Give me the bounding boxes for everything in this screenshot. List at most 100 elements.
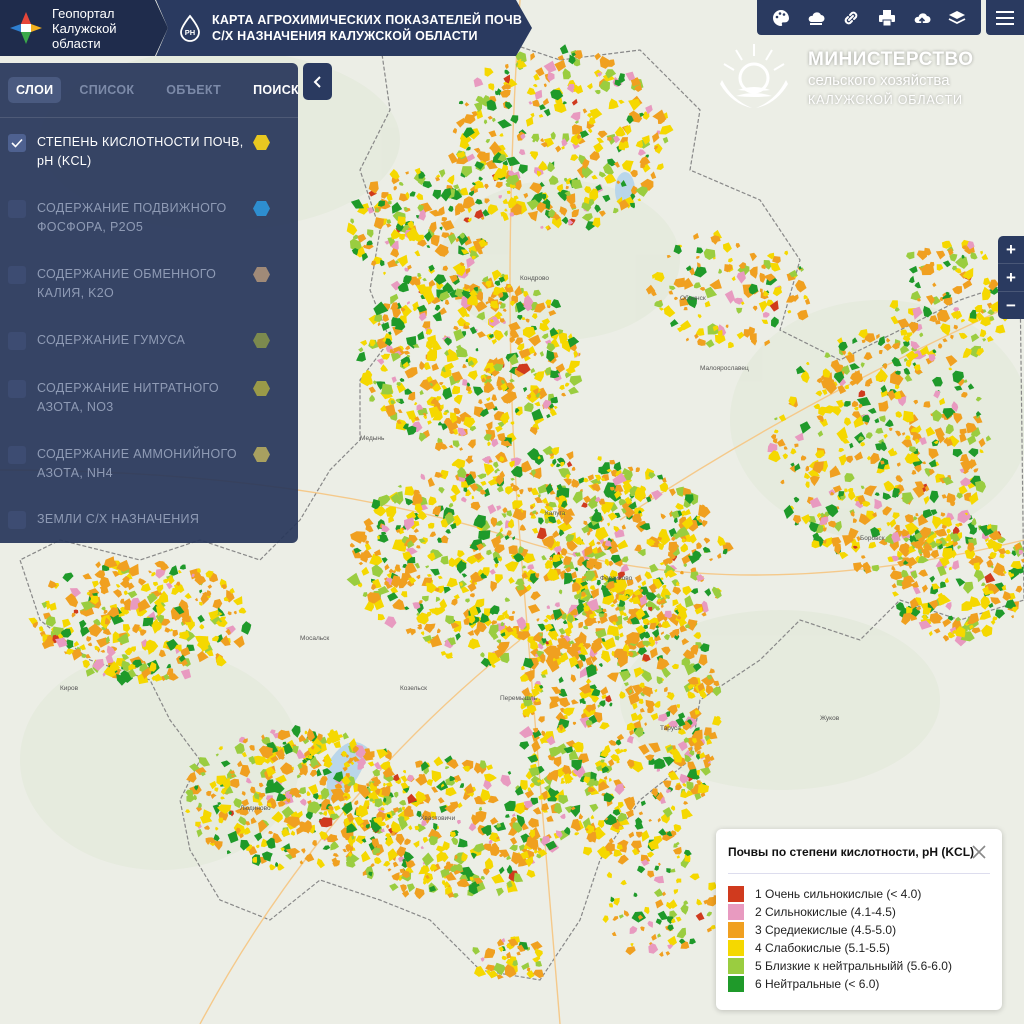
ministry-title: МИНИСТЕРСТВО bbox=[808, 49, 974, 70]
ministry-subtitle: сельского хозяйства bbox=[808, 72, 950, 89]
print-button[interactable] bbox=[873, 4, 901, 32]
menu-button[interactable] bbox=[986, 0, 1024, 35]
svg-text:Таруса: Таруса bbox=[660, 725, 681, 732]
layer-checkbox[interactable] bbox=[8, 200, 26, 218]
legend-item: 6 Нейтральные (< 6.0) bbox=[728, 976, 879, 992]
field-patch[interactable] bbox=[508, 545, 518, 555]
svg-text:Перемышль: Перемышль bbox=[500, 695, 538, 702]
map-title: КАРТА АГРОХИМИЧЕСКИХ ПОКАЗАТЕЛЕЙ ПОЧВ С/… bbox=[212, 13, 523, 43]
tab-object[interactable]: ОБЪЕКТ bbox=[158, 77, 229, 103]
link-icon bbox=[845, 11, 858, 24]
layer-humus[interactable]: СОДЕРЖАНИЕ ГУМУСА bbox=[8, 331, 292, 350]
top-toolbar bbox=[757, 0, 981, 35]
brand-header[interactable]: Геопортал Калужской области bbox=[0, 0, 168, 56]
legend-item: 4 Слабокислые (5.1-5.5) bbox=[728, 940, 890, 956]
ph-drop-icon: PH bbox=[180, 14, 200, 42]
zoom-in-small-button[interactable]: + bbox=[998, 264, 1024, 292]
check-icon bbox=[11, 138, 23, 148]
field-patch[interactable] bbox=[506, 190, 511, 194]
layer-label: СТЕПЕНЬ КИСЛОТНОСТИ ПОЧВ, pH (KCL) bbox=[37, 135, 244, 168]
ammonium-layer-style-icon bbox=[253, 447, 270, 462]
phosphorus-layer-style-icon bbox=[253, 201, 270, 216]
hamburger-icon bbox=[996, 10, 1014, 25]
wheat-sun-emblem-icon bbox=[720, 44, 788, 108]
svg-text:Ферзиково: Ферзиково bbox=[600, 575, 633, 582]
humus-layer-style-icon bbox=[253, 333, 270, 348]
panel-tabs: СЛОИ СПИСОК ОБЪЕКТ ПОИСК bbox=[0, 63, 299, 103]
layers-button[interactable] bbox=[943, 4, 971, 32]
layer-label: СОДЕРЖАНИЕ НИТРАТНОГО АЗОТА, NO3 bbox=[37, 381, 219, 414]
layer-agri-lands[interactable]: ЗЕМЛИ С/Х НАЗНАЧЕНИЯ bbox=[8, 510, 292, 529]
layer-phosphorus[interactable]: СОДЕРЖАНИЕ ПОДВИЖНОГО ФОСФОРА, P2O5 bbox=[8, 199, 292, 237]
link-button[interactable] bbox=[837, 4, 865, 32]
svg-text:Кондрово: Кондрово bbox=[520, 275, 549, 282]
svg-text:Боровск: Боровск bbox=[860, 535, 885, 542]
layers-icon bbox=[948, 10, 966, 24]
legend-swatch bbox=[728, 976, 744, 992]
geoportal-logo-icon bbox=[10, 12, 42, 44]
tab-search[interactable]: ПОИСК bbox=[245, 77, 307, 103]
legend-swatch bbox=[728, 922, 744, 938]
basemap-button[interactable] bbox=[802, 4, 830, 32]
layer-checkbox[interactable] bbox=[8, 134, 26, 152]
legend-swatch bbox=[728, 886, 744, 902]
legend-swatch bbox=[728, 958, 744, 974]
legend-item: 2 Сильнокислые (4.1-4.5) bbox=[728, 904, 896, 920]
legend-divider bbox=[728, 873, 990, 874]
svg-text:Хвастовичи: Хвастовичи bbox=[420, 815, 456, 822]
zoom-in-button[interactable]: + bbox=[998, 236, 1024, 264]
layer-label: СОДЕРЖАНИЕ ОБМЕННОГО КАЛИЯ, K2O bbox=[37, 267, 217, 300]
svg-text:Козельск: Козельск bbox=[400, 685, 427, 692]
layers-panel: СЛОИ СПИСОК ОБЪЕКТ ПОИСК СТЕПЕНЬ КИСЛОТН… bbox=[0, 63, 299, 543]
layer-checkbox[interactable] bbox=[8, 266, 26, 284]
upload-button[interactable] bbox=[908, 4, 936, 32]
legend-item: 3 Средиекислые (4.5-5.0) bbox=[728, 922, 896, 938]
svg-text:Калуга: Калуга bbox=[545, 510, 566, 517]
layer-nitrate[interactable]: СОДЕРЖАНИЕ НИТРАТНОГО АЗОТА, NO3 bbox=[8, 379, 292, 417]
potassium-layer-style-icon bbox=[253, 267, 270, 282]
layer-potassium[interactable]: СОДЕРЖАНИЕ ОБМЕННОГО КАЛИЯ, K2O bbox=[8, 265, 292, 303]
cloud-basemap-icon bbox=[808, 11, 825, 25]
layer-checkbox[interactable] bbox=[8, 446, 26, 464]
legend-title: Почвы по степени кислотности, pH (KCL) bbox=[728, 845, 975, 859]
svg-text:Киров: Киров bbox=[60, 685, 79, 692]
layer-checkbox[interactable] bbox=[8, 332, 26, 350]
palette-icon bbox=[772, 9, 789, 26]
legend-swatch bbox=[728, 940, 744, 956]
tab-layers[interactable]: СЛОИ bbox=[8, 77, 62, 103]
svg-text:Обнинск: Обнинск bbox=[680, 294, 706, 302]
layer-label: СОДЕРЖАНИЕ АММОНИЙНОГО АЗОТА, NH4 bbox=[37, 447, 237, 480]
nitrate-layer-style-icon bbox=[253, 381, 270, 396]
svg-text:Малоярославец: Малоярославец bbox=[700, 365, 749, 372]
zoom-controls: + + − bbox=[998, 236, 1024, 319]
brand-name: Геопортал Калужской области bbox=[52, 5, 117, 51]
layer-ph-acidity[interactable]: СТЕПЕНЬ КИСЛОТНОСТИ ПОЧВ, pH (KCL) bbox=[8, 133, 292, 171]
zoom-out-button[interactable]: − bbox=[998, 292, 1024, 319]
layer-checkbox[interactable] bbox=[8, 511, 26, 529]
palette-button[interactable] bbox=[767, 4, 795, 32]
layer-ammonium[interactable]: СОДЕРЖАНИЕ АММОНИЙНОГО АЗОТА, NH4 bbox=[8, 445, 292, 483]
layer-checkbox[interactable] bbox=[8, 380, 26, 398]
tab-list[interactable]: СПИСОК bbox=[71, 77, 142, 103]
svg-text:Мосальск: Мосальск bbox=[300, 635, 329, 642]
legend-item: 1 Очень сильнокислые (< 4.0) bbox=[728, 886, 921, 902]
field-patch[interactable] bbox=[381, 383, 393, 395]
layer-label: СОДЕРЖАНИЕ ГУМУСА bbox=[37, 333, 186, 347]
print-icon bbox=[878, 9, 895, 26]
ph-layer-style-icon bbox=[253, 135, 270, 150]
chevron-left-icon bbox=[313, 75, 321, 88]
collapse-panel-button[interactable] bbox=[303, 63, 332, 100]
ministry-logo: МИНИСТЕРСТВО сельского хозяйства КАЛУЖСК… bbox=[708, 40, 973, 116]
field-patch[interactable] bbox=[612, 631, 620, 637]
tabs-divider bbox=[0, 117, 298, 118]
upload-icon bbox=[914, 12, 931, 26]
svg-text:Жуков: Жуков bbox=[820, 715, 840, 722]
legend-swatch bbox=[728, 904, 744, 920]
svg-text:Людиново: Людиново bbox=[240, 805, 271, 812]
layer-label: СОДЕРЖАНИЕ ПОДВИЖНОГО ФОСФОРА, P2O5 bbox=[37, 201, 227, 234]
legend-item: 5 Близкие к нейтральныйй (5.6-6.0) bbox=[728, 958, 952, 974]
close-icon[interactable] bbox=[970, 843, 988, 861]
ministry-region: КАЛУЖСКОЙ ОБЛАСТИ bbox=[808, 93, 963, 107]
layer-label: ЗЕМЛИ С/Х НАЗНАЧЕНИЯ bbox=[37, 512, 200, 526]
svg-text:PH: PH bbox=[185, 28, 195, 37]
